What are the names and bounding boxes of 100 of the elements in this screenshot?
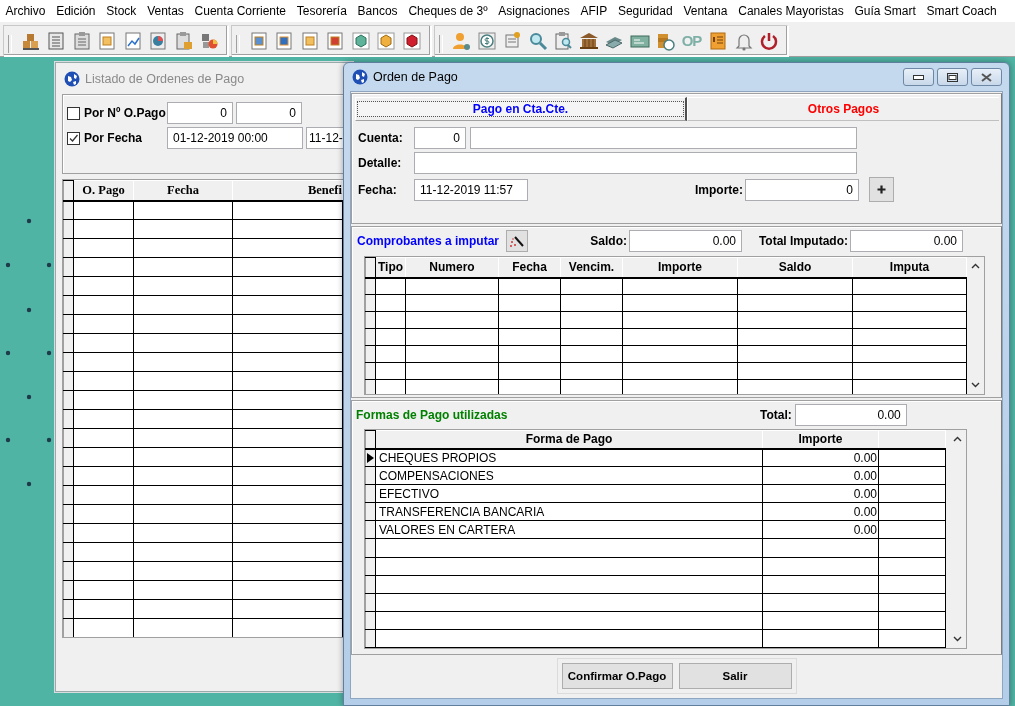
row-indicator[interactable] xyxy=(63,485,74,505)
menu-item[interactable]: AFIP xyxy=(575,4,613,18)
row-indicator[interactable] xyxy=(63,390,74,410)
column-header[interactable]: Vencim. xyxy=(560,257,623,278)
receipt-icon[interactable] xyxy=(708,30,728,51)
row-indicator[interactable] xyxy=(63,409,74,429)
column-header[interactable]: Imputa xyxy=(852,257,967,278)
row-indicator[interactable] xyxy=(365,466,376,485)
row-indicator[interactable] xyxy=(365,362,376,380)
row-indicator[interactable] xyxy=(63,200,74,220)
row-indicator[interactable] xyxy=(63,314,74,334)
row-indicator[interactable] xyxy=(365,277,376,295)
bank-icon[interactable] xyxy=(578,30,599,51)
column-header[interactable]: Numero xyxy=(405,257,499,278)
close-button[interactable] xyxy=(971,68,1002,86)
input-field[interactable]: 01-12-2019 00:00 xyxy=(167,127,303,149)
maximize-button[interactable] xyxy=(937,68,968,86)
menu-item[interactable]: Smart Coach xyxy=(921,4,1002,18)
column-header[interactable]: Tipo xyxy=(375,257,406,278)
row-indicator[interactable] xyxy=(63,257,74,277)
row-indicator[interactable] xyxy=(365,345,376,363)
row-indicator[interactable] xyxy=(63,599,74,619)
confirm-button[interactable]: Confirmar O.Pago xyxy=(561,663,673,689)
row-indicator[interactable] xyxy=(63,466,74,486)
row-indicator[interactable] xyxy=(63,504,74,524)
scroll-down-icon[interactable] xyxy=(952,636,962,642)
row-indicator[interactable] xyxy=(365,311,376,329)
menu-item[interactable]: Ventana xyxy=(678,4,733,18)
input-field[interactable]: 0.00 xyxy=(850,230,963,252)
menu-item[interactable]: Cuenta Corriente xyxy=(189,4,292,18)
row-indicator[interactable] xyxy=(63,371,74,391)
row-indicator[interactable] xyxy=(365,328,376,346)
menu-item[interactable]: Tesorería xyxy=(291,4,353,18)
menu-item[interactable]: Canales Mayoristas xyxy=(732,4,849,18)
row-indicator[interactable] xyxy=(365,294,376,312)
row-indicator[interactable] xyxy=(63,523,74,543)
document-icon[interactable] xyxy=(274,30,294,51)
input-field[interactable]: 11-12- xyxy=(306,127,346,149)
row-indicator[interactable] xyxy=(63,276,74,296)
dollar-coin-icon[interactable] xyxy=(476,30,497,51)
row-indicator[interactable] xyxy=(63,333,74,353)
input-field[interactable]: 0 xyxy=(745,178,859,201)
menu-item[interactable]: Archivo xyxy=(0,4,51,18)
search-icon[interactable] xyxy=(527,30,548,51)
clipboard-search-icon[interactable] xyxy=(553,30,573,51)
input-field[interactable]: 0 xyxy=(414,127,466,149)
tab[interactable]: Otros Pagos xyxy=(687,97,999,121)
row-indicator[interactable] xyxy=(63,580,74,600)
checkbox[interactable] xyxy=(67,106,80,120)
user-icon[interactable] xyxy=(451,30,471,51)
row-indicator[interactable] xyxy=(63,219,74,239)
column-header[interactable]: Fecha xyxy=(133,180,233,201)
row-indicator[interactable] xyxy=(365,629,376,648)
column-header[interactable]: Benefi xyxy=(232,180,343,201)
tab[interactable]: Pago en Cta.Cte. xyxy=(355,97,687,121)
input-field[interactable]: 0 xyxy=(236,102,302,124)
box-icon[interactable] xyxy=(401,30,422,51)
row-indicator[interactable] xyxy=(365,611,376,630)
row-indicator[interactable] xyxy=(365,484,376,503)
column-header[interactable]: Importe xyxy=(762,430,879,449)
row-indicator[interactable] xyxy=(63,352,74,372)
menu-item[interactable]: Guía Smart xyxy=(849,4,922,18)
input-field[interactable]: 0 xyxy=(167,102,233,124)
column-header[interactable]: O. Pago xyxy=(73,180,134,201)
menu-item[interactable]: Bancos xyxy=(352,4,403,18)
clipboard-icon[interactable] xyxy=(71,30,92,51)
input-field[interactable] xyxy=(470,127,857,149)
row-indicator[interactable] xyxy=(63,447,74,467)
menu-item[interactable]: Edición xyxy=(50,4,101,18)
checkbox[interactable] xyxy=(67,131,80,145)
column-header[interactable]: Fecha xyxy=(498,257,561,278)
row-indicator[interactable] xyxy=(365,575,376,594)
input-field[interactable]: 11-12-2019 11:57 xyxy=(414,178,528,201)
row-indicator[interactable] xyxy=(365,593,376,612)
add-button[interactable] xyxy=(869,177,894,202)
pie-chart-icon[interactable] xyxy=(148,30,168,51)
power-icon[interactable] xyxy=(759,30,779,51)
column-header[interactable]: Saldo xyxy=(737,257,853,278)
clipboard-icon[interactable] xyxy=(173,30,194,51)
input-field[interactable] xyxy=(414,152,857,174)
wand-button[interactable] xyxy=(506,230,528,252)
box-icon[interactable] xyxy=(376,30,396,51)
row-indicator[interactable] xyxy=(63,238,74,258)
row-indicator[interactable] xyxy=(63,428,74,448)
input-field[interactable]: 0.00 xyxy=(794,404,907,426)
chart-icon[interactable] xyxy=(122,30,143,51)
column-header[interactable]: Forma de Pago xyxy=(375,430,763,449)
scroll-up-icon[interactable] xyxy=(952,436,962,442)
row-indicator[interactable] xyxy=(63,295,74,315)
row-indicator[interactable] xyxy=(365,520,376,539)
input-field[interactable]: 0.00 xyxy=(629,230,742,252)
menu-item[interactable]: Stock xyxy=(100,4,142,18)
minimize-button[interactable] xyxy=(903,68,934,86)
row-indicator[interactable] xyxy=(365,538,376,558)
row-indicator[interactable] xyxy=(63,561,74,581)
row-indicator[interactable] xyxy=(365,379,376,394)
row-indicator[interactable] xyxy=(365,502,376,521)
menu-item[interactable]: Ventas xyxy=(141,4,190,18)
menu-item[interactable]: Cheques de 3º xyxy=(403,4,493,18)
scroll-up-icon[interactable] xyxy=(971,263,980,269)
